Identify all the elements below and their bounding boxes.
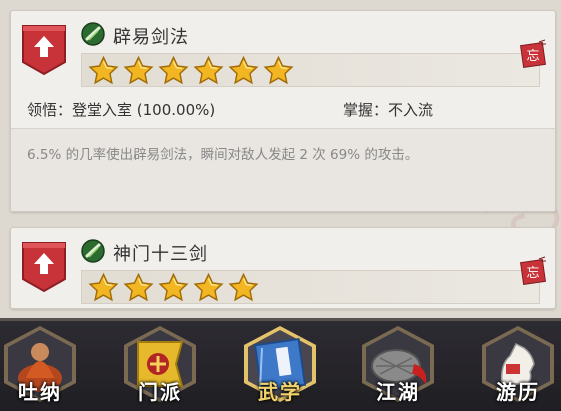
skill-card-2[interactable]: 神门十三剑 忘 xyxy=(10,227,556,309)
nav-jianghu[interactable]: 江湖 xyxy=(352,324,444,411)
nav-label: 吐纳 xyxy=(18,380,62,404)
star-icon xyxy=(263,55,294,85)
sword-skill-icon xyxy=(81,22,105,46)
sword-skill-icon xyxy=(81,239,105,263)
star-icon xyxy=(158,272,189,302)
bottom-nav-bar: 吐纳 门派 武学 江湖 游历 xyxy=(0,318,561,411)
forget-seal-icon[interactable]: 忘 xyxy=(519,39,547,69)
nav-tuna[interactable]: 吐纳 xyxy=(0,324,86,411)
star-icon xyxy=(88,272,119,302)
star-icon xyxy=(228,55,259,85)
star-icon xyxy=(123,55,154,85)
svg-text:忘: 忘 xyxy=(526,49,539,64)
star-rating xyxy=(88,55,294,85)
nav-label: 门派 xyxy=(138,380,182,404)
star-icon xyxy=(88,55,119,85)
mastery-text: 掌握：不入流 xyxy=(343,101,434,119)
star-icon xyxy=(123,272,154,302)
nav-label: 武学 xyxy=(258,380,302,404)
skill-card-1[interactable]: 辟易剑法 忘 领悟：登堂入室 (100.00%) 掌握：不入流 6.5% 的几率… xyxy=(10,10,556,212)
star-rating-bar xyxy=(81,270,540,304)
description-panel: 6.5% 的几率使出辟易剑法，瞬间对敌人发起 2 次 69% 的攻击。 xyxy=(11,128,555,211)
skill-name: 辟易剑法 xyxy=(113,27,189,48)
skill-description: 6.5% 的几率使出辟易剑法，瞬间对敌人发起 2 次 69% 的攻击。 xyxy=(27,147,419,163)
nav-youli[interactable]: 游历 xyxy=(472,324,561,411)
nav-label: 游历 xyxy=(496,380,540,404)
forget-seal-icon[interactable]: 忘 xyxy=(519,256,547,286)
upgrade-arrow-badge-icon[interactable] xyxy=(21,24,67,76)
nav-wuxue[interactable]: 武学 xyxy=(234,324,326,411)
star-rating xyxy=(88,272,259,302)
star-icon xyxy=(193,272,224,302)
star-icon xyxy=(158,55,189,85)
nav-menpai[interactable]: 门派 xyxy=(114,324,206,411)
comprehension-text: 领悟：登堂入室 (100.00%) xyxy=(27,101,216,119)
upgrade-arrow-badge-icon[interactable] xyxy=(21,241,67,293)
skill-name: 神门十三剑 xyxy=(113,244,208,265)
svg-text:忘: 忘 xyxy=(526,266,539,281)
star-icon xyxy=(228,272,259,302)
star-icon xyxy=(193,55,224,85)
star-rating-bar xyxy=(81,53,540,87)
nav-label: 江湖 xyxy=(376,380,420,404)
